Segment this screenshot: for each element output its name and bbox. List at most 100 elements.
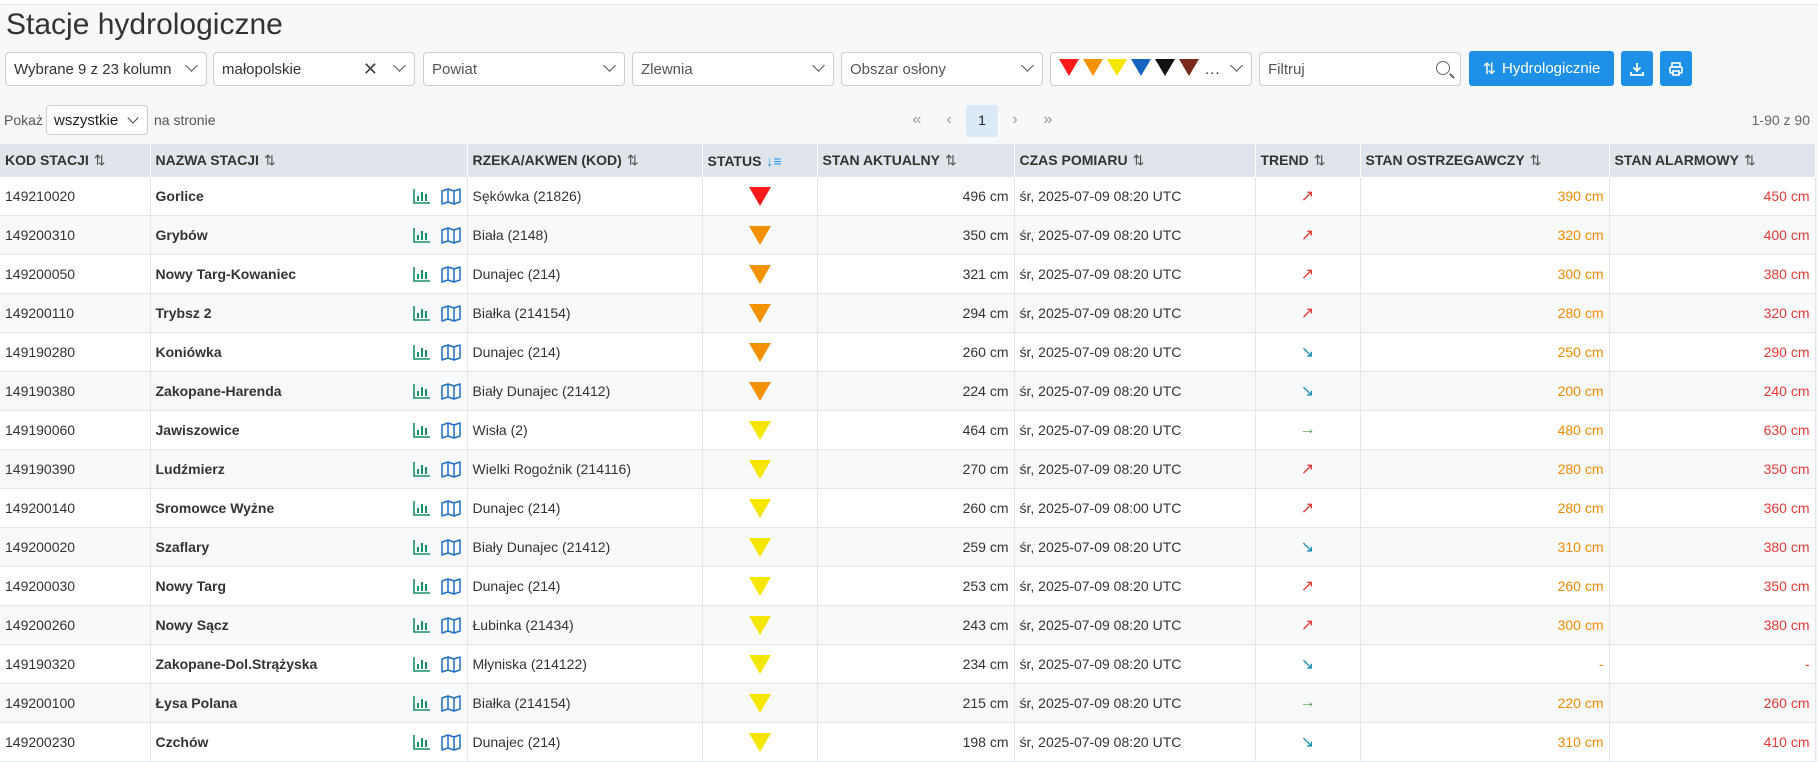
station-name[interactable]: Nowy Targ-Kowaniec (156, 266, 297, 282)
map-icon[interactable] (440, 188, 461, 208)
map-icon[interactable] (440, 617, 461, 637)
filter-input[interactable]: Filtruj (1259, 52, 1461, 86)
map-icon[interactable] (440, 734, 461, 754)
chart-icon[interactable] (412, 227, 431, 247)
trend-icon: ↘ (1255, 332, 1361, 372)
chart-icon[interactable] (412, 188, 431, 208)
map-icon[interactable] (440, 422, 461, 442)
current-level: 294 cm (817, 293, 1015, 333)
station-name[interactable]: Jawiszowice (156, 422, 240, 438)
table-row[interactable]: 149190060 Jawiszowice Wisła (2) 464 cm śr, 2… (0, 410, 1816, 450)
map-icon[interactable] (440, 344, 461, 364)
map-icon[interactable] (440, 227, 461, 247)
table-row[interactable]: 149200260 Nowy Sącz Łubinka (21434) 243 cm ś… (0, 605, 1816, 645)
station-name-cell: Nowy Sącz (150, 605, 468, 645)
print-button[interactable] (1660, 51, 1692, 86)
river: Dunajec (214) (467, 566, 703, 606)
status-triangle-icon (748, 186, 771, 206)
table-row[interactable]: 149200230 Czchów Dunajec (214) 198 cm śr, 20… (0, 722, 1816, 762)
station-name[interactable]: Sromowce Wyżne (156, 500, 275, 516)
header-trend[interactable]: TREND ⇅ (1255, 144, 1361, 177)
table-row[interactable]: 149190390 Ludźmierz Wielki Rogoźnik (21411… (0, 449, 1816, 489)
alarm-level: 320 cm (1609, 293, 1816, 333)
chart-icon[interactable] (412, 734, 431, 754)
station-name[interactable]: Nowy Sącz (156, 617, 229, 633)
station-name[interactable]: Zakopane-Dol.Strążyska (156, 656, 318, 672)
map-icon[interactable] (440, 305, 461, 325)
chart-icon[interactable] (412, 344, 431, 364)
last-page-button[interactable]: » (1032, 105, 1064, 137)
chart-icon[interactable] (412, 383, 431, 403)
map-icon[interactable] (440, 500, 461, 520)
header-name[interactable]: NAZWA STACJI ⇅ (150, 144, 468, 177)
map-icon[interactable] (440, 383, 461, 403)
table-row[interactable]: 149190380 Zakopane-Harenda Biały Dunajec (… (0, 371, 1816, 411)
station-name[interactable]: Szaflary (156, 539, 210, 555)
table-row[interactable]: 149200110 Trybsz 2 Białka (214154) 294 cm śr… (0, 293, 1816, 333)
page-1-button[interactable]: 1 (966, 105, 998, 137)
chart-icon[interactable] (412, 266, 431, 286)
station-name[interactable]: Zakopane-Harenda (156, 383, 282, 399)
map-icon[interactable] (440, 266, 461, 286)
station-name[interactable]: Nowy Targ (156, 578, 227, 594)
map-icon[interactable] (440, 656, 461, 676)
clear-icon[interactable]: ✕ (363, 59, 378, 80)
status-select[interactable]: ... (1050, 52, 1252, 86)
chart-icon[interactable] (412, 461, 431, 481)
obszar-select[interactable]: Obszar osłony (841, 52, 1043, 86)
map-icon[interactable] (440, 578, 461, 598)
header-time[interactable]: CZAS POMIARU ⇅ (1014, 144, 1256, 177)
chart-icon[interactable] (412, 695, 431, 715)
trend-icon: ↘ (1255, 371, 1361, 411)
header-river[interactable]: RZEKA/AKWEN (KOD) ⇅ (467, 144, 703, 177)
first-page-button[interactable]: « (901, 105, 933, 137)
hydro-sort-button[interactable]: ⇅ Hydrologicznie (1469, 51, 1614, 86)
station-name[interactable]: Czchów (156, 734, 209, 750)
station-name[interactable]: Łysa Polana (156, 695, 238, 711)
chart-icon[interactable] (412, 656, 431, 676)
table-row[interactable]: 149200310 Grybów Biała (2148) 350 cm śr, 202… (0, 215, 1816, 255)
header-warn[interactable]: STAN OSTRZEGAWCZY ⇅ (1360, 144, 1610, 177)
header-code-label: KOD STACJI (5, 152, 89, 168)
prev-page-button[interactable]: ‹ (933, 105, 965, 137)
station-name[interactable]: Koniówka (156, 344, 222, 360)
chart-icon[interactable] (412, 305, 431, 325)
chart-icon[interactable] (412, 539, 431, 559)
sort-icon: ⇅ (263, 152, 276, 168)
powiat-select[interactable]: Powiat (423, 52, 625, 86)
status-triangle-icon (748, 654, 771, 674)
table-row[interactable]: 149200140 Sromowce Wyżne Dunajec (214) 260 … (0, 488, 1816, 528)
chart-icon[interactable] (412, 578, 431, 598)
measurement-time: śr, 2025-07-09 08:20 UTC (1014, 332, 1256, 372)
table-row[interactable]: 149210020 Gorlice Sękówka (21826) 496 cm śr,… (0, 177, 1816, 216)
map-icon[interactable] (440, 539, 461, 559)
chart-icon[interactable] (412, 617, 431, 637)
station-name-cell: Ludźmierz (150, 449, 468, 489)
header-alarm[interactable]: STAN ALARMOWY ⇅ (1609, 144, 1816, 177)
chart-icon[interactable] (412, 422, 431, 442)
station-name[interactable]: Gorlice (156, 188, 204, 204)
per-page-select[interactable]: wszystkie (46, 105, 148, 135)
columns-select[interactable]: Wybrane 9 z 23 kolumn (5, 52, 207, 86)
station-name[interactable]: Ludźmierz (156, 461, 225, 477)
header-level[interactable]: STAN AKTUALNY ⇅ (817, 144, 1015, 177)
region-select[interactable]: małopolskie ✕ (213, 52, 415, 86)
header-status[interactable]: STATUS ↓≡ (702, 144, 818, 177)
next-page-button[interactable]: › (999, 105, 1031, 137)
station-name-cell: Jawiszowice (150, 410, 468, 450)
map-icon[interactable] (440, 461, 461, 481)
table-row[interactable]: 149200100 Łysa Polana Białka (214154) 215 c… (0, 683, 1816, 723)
chart-icon[interactable] (412, 500, 431, 520)
table-row[interactable]: 149200030 Nowy Targ Dunajec (214) 253 cm śr,… (0, 566, 1816, 606)
station-name[interactable]: Grybów (156, 227, 208, 243)
header-code[interactable]: KOD STACJI ⇅ (0, 144, 151, 177)
zlewnia-select[interactable]: Zlewnia (632, 52, 834, 86)
table-row[interactable]: 149190280 Koniówka Dunajec (214) 260 cm śr, … (0, 332, 1816, 372)
table-row[interactable]: 149200050 Nowy Targ-Kowaniec Dunajec (214)… (0, 254, 1816, 294)
table-row[interactable]: 149200020 Szaflary Biały Dunajec (21412) 25… (0, 527, 1816, 567)
map-icon[interactable] (440, 695, 461, 715)
current-level: 234 cm (817, 644, 1015, 684)
station-name[interactable]: Trybsz 2 (156, 305, 212, 321)
download-button[interactable] (1621, 51, 1653, 86)
table-row[interactable]: 149190320 Zakopane-Dol.Strążyska Młyniska … (0, 644, 1816, 684)
